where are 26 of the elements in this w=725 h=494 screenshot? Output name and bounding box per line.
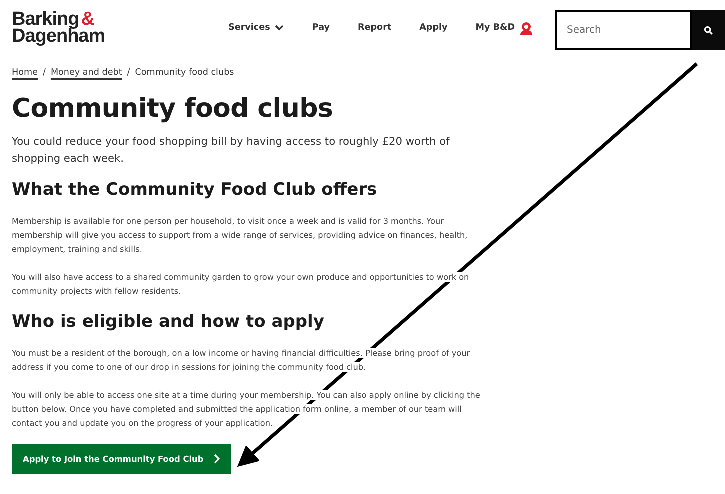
- nav-dropdown[interactable]: Services: [214, 23, 298, 33]
- chevron-icon: [214, 454, 220, 464]
- account-link[interactable]: My B&D: [462, 22, 547, 34]
- paragraph: You will also have access to a shared community garden to grow your own produce and opportunities to work on community projects with fellow residents.: [12, 271, 470, 298]
- user-icon: [520, 22, 533, 34]
- apply-button[interactable]: Apply to Join the Community Food Club: [12, 444, 231, 474]
- paragraph: You will only be able to access one site at a time during your membership. You can also apply online by clicking the button below. Once you have completed and submitted the application form online, a member of our team will contact you and update you on the progress of your application.: [12, 389, 482, 430]
- nav-link[interactable]: Report: [344, 23, 406, 33]
- paragraph: Membership is available for one person per household, to visit once a week and is valid for 3 months. Your membership will give you access to support from a wide range of services, providing advice on finances, health, employment, training and skills.: [12, 215, 469, 256]
- breadcrumb-link[interactable]: Home: [12, 68, 38, 78]
- breadcrumb-separator: /: [127, 68, 130, 78]
- intro-text: You could reduce your food shopping bill by having access to roughly £20 worth of shopping each week.: [12, 135, 451, 167]
- search-button[interactable]: [692, 10, 725, 50]
- section-heading: What the Community Food Club offers: [12, 180, 378, 200]
- search-icon: [704, 26, 713, 34]
- nav-link[interactable]: Apply: [406, 23, 462, 33]
- nav-link[interactable]: Pay: [298, 23, 344, 33]
- chevron-icon: [275, 25, 284, 31]
- paragraph: You must be a resident of the borough, on a low income or having financial difficulties. Please bring proof of your address if you come to one of our drop in sessions for joining the community food club.: [12, 347, 472, 374]
- breadcrumb-link[interactable]: Money and debt: [50, 68, 122, 78]
- breadcrumb-current: Community food clubs: [135, 68, 234, 78]
- section-heading: Who is eligible and how to apply: [12, 312, 326, 332]
- page-title: Community food clubs: [12, 94, 334, 124]
- logo[interactable]: Barking& Dagenham: [12, 11, 106, 45]
- search-field[interactable]: Search: [555, 10, 692, 50]
- breadcrumb-separator: /: [42, 68, 46, 78]
